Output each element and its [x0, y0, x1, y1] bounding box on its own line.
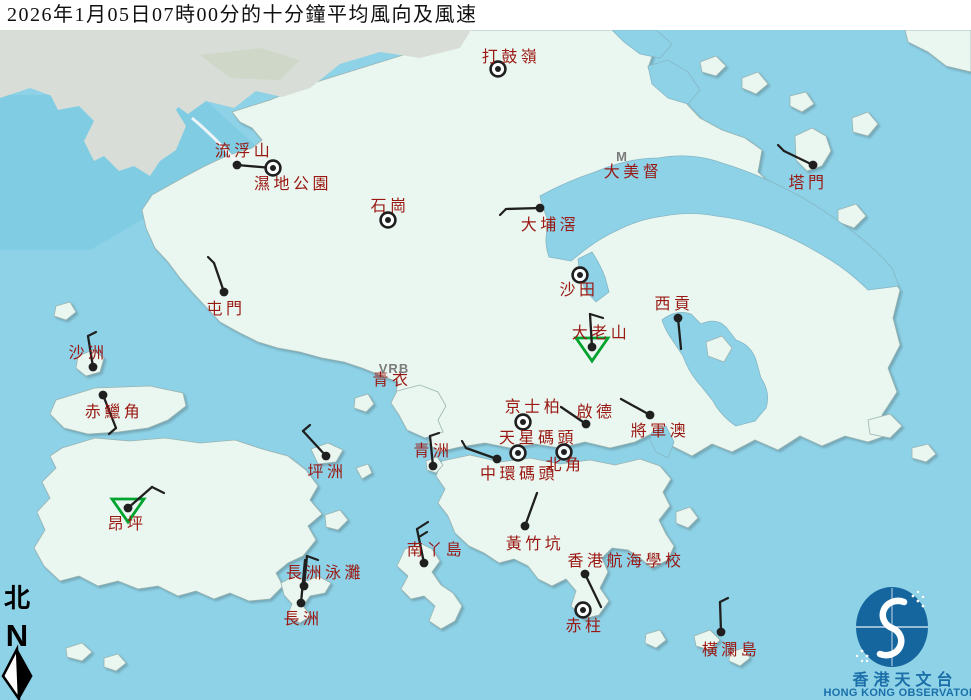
station-dot-icon: [809, 161, 818, 170]
station-label: 大老山: [572, 324, 631, 342]
station-label: 黃竹坑: [506, 535, 565, 553]
compass-hanzi-north: 北: [4, 584, 30, 613]
station-label: 打鼓嶺: [482, 48, 541, 66]
station-dot-icon: [385, 217, 391, 223]
station-dot-icon: [588, 343, 597, 352]
station-label: 西貢: [654, 296, 693, 313]
station-label: 啟德: [576, 403, 615, 421]
station-label: 沙田: [559, 282, 598, 299]
station-label: 赤鱲角: [85, 403, 144, 421]
station-label: 青洲: [413, 442, 452, 460]
station-label: 石崗: [370, 197, 409, 215]
station-dot-icon: [99, 391, 108, 400]
station-dot-icon: [270, 165, 276, 171]
station-dot-icon: [581, 570, 590, 579]
wind-shaft: [720, 602, 721, 632]
compass: 北 N: [3, 584, 32, 699]
station-dot-icon: [580, 607, 586, 613]
station-label: 大美督: [604, 163, 663, 181]
station-dot-icon: [124, 504, 133, 513]
hong-kong-wind-map: 打鼓嶺流浮山濕地公園石崗大美督大埔滘塔門沙田屯門西貢大老山沙洲青衣赤鱲角京士柏啟…: [0, 0, 971, 700]
station-label: 橫瀾島: [702, 641, 761, 659]
station-dot-icon: [89, 363, 98, 372]
station-dot-icon: [674, 314, 683, 323]
station-dot-icon: [322, 452, 331, 461]
map-annotation: M: [616, 149, 628, 164]
station-dot-icon: [233, 161, 242, 170]
station-dot-icon: [717, 628, 726, 637]
station-label: 坪洲: [307, 463, 346, 481]
station-label: 將軍澳: [631, 422, 690, 440]
station-label: 長洲: [283, 610, 322, 628]
station-dot-icon: [220, 288, 229, 297]
wind-map-page: 2026年1月05日07時00分的十分鐘平均風向及風速: [0, 0, 971, 700]
station-label: 沙洲: [68, 345, 107, 362]
map-annotation: VRB: [379, 361, 409, 376]
station-label: 南丫島: [407, 541, 466, 559]
station-dot-icon: [520, 419, 526, 425]
station-label: 大埔滘: [521, 216, 580, 234]
wind-shaft: [506, 208, 540, 209]
station-dot-icon: [536, 204, 545, 213]
station-label: 京士柏: [505, 398, 564, 416]
station-dot-icon: [420, 559, 429, 568]
station-label: 流浮山: [215, 142, 274, 160]
station-label: 濕地公園: [254, 175, 332, 193]
station-dot-icon: [521, 522, 530, 531]
station-dot-icon: [646, 411, 655, 420]
station-dot-icon: [493, 455, 502, 464]
map-title: 2026年1月05日07時00分的十分鐘平均風向及風速: [0, 0, 971, 30]
station-label: 屯門: [206, 300, 245, 318]
station-dot-icon: [577, 272, 583, 278]
station-dot-icon: [515, 450, 521, 456]
hko-logo-english-name: HONG KONG OBSERVATORY: [824, 687, 971, 699]
station-label: 長洲泳灘: [286, 564, 364, 582]
station-label: 塔門: [788, 174, 827, 192]
station-dot-icon: [429, 462, 438, 471]
station-dot-icon: [561, 449, 567, 455]
station-label: 中環碼頭: [480, 465, 558, 483]
station-dot-icon: [297, 599, 306, 608]
station-label: 赤柱: [565, 617, 604, 635]
station-label: 香港航海學校: [567, 552, 684, 570]
station-label: 昂坪: [107, 515, 146, 533]
station: 大美督: [604, 163, 663, 181]
station-dot-icon: [495, 66, 501, 72]
